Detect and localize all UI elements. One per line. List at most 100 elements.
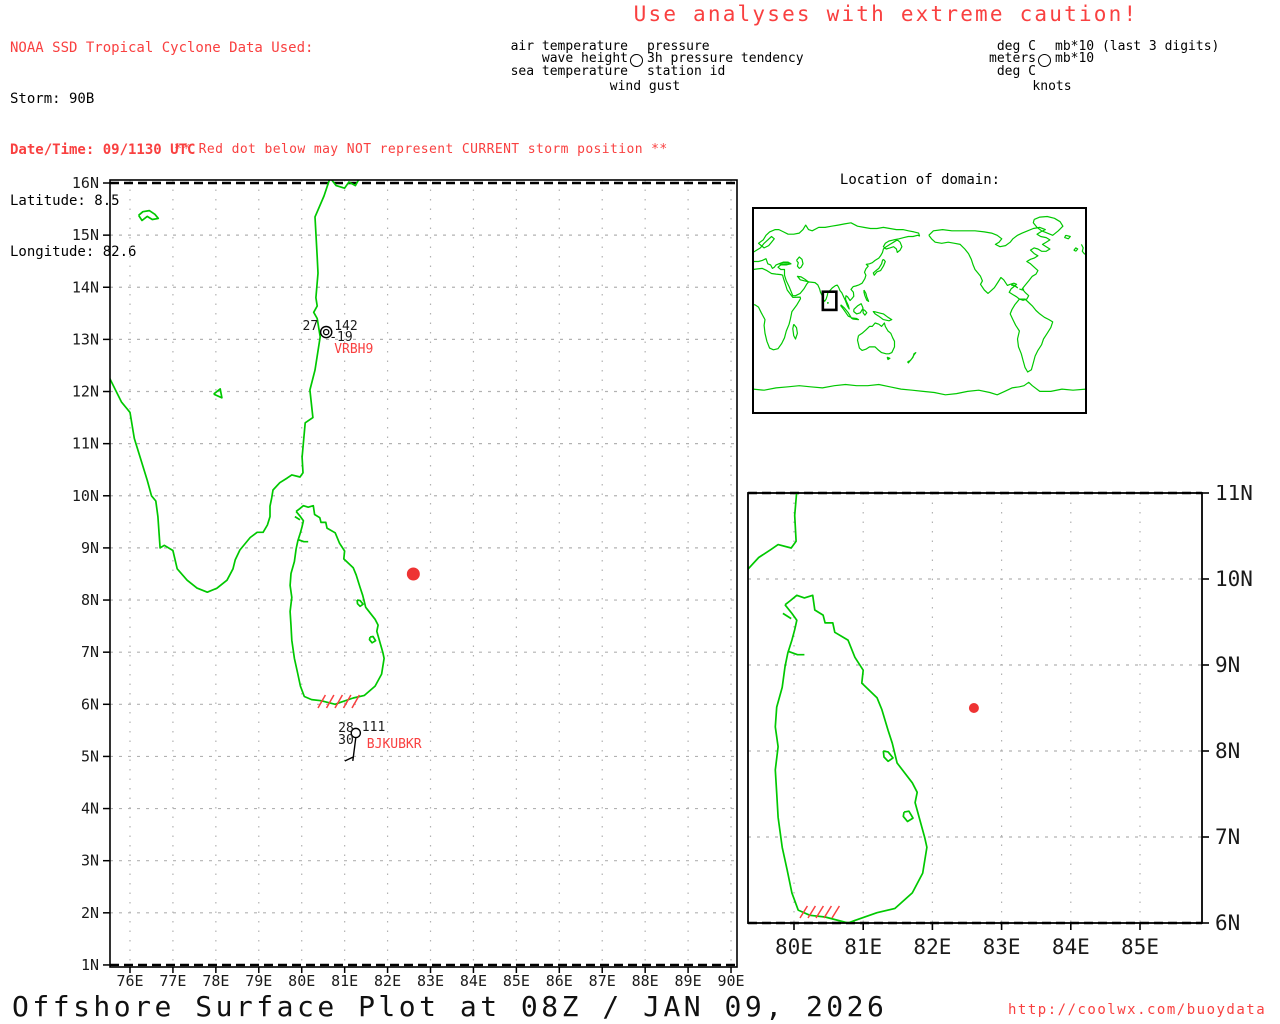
x-axis-label: 82E xyxy=(913,935,951,959)
x-axis-label: 82E xyxy=(374,972,401,990)
coastline xyxy=(796,256,804,269)
world-inset-map xyxy=(752,207,1087,414)
zoom-inset-map: 80E 81E 82E 83E 84E 85E 11N 10N 9N 8N 7N 6N xyxy=(747,485,1253,959)
y-axis-label: 1N xyxy=(81,956,99,974)
coastline xyxy=(294,515,301,521)
data-source-label: NOAA SSD Tropical Cyclone Data Used: xyxy=(10,40,314,56)
coastline xyxy=(886,356,891,361)
station-circle-icon xyxy=(1038,54,1051,67)
x-axis-label: 84E xyxy=(460,972,487,990)
coastline xyxy=(748,493,798,573)
y-axis-label: 14N xyxy=(72,278,99,296)
x-axis-label: 78E xyxy=(202,972,229,990)
x-axis-label: 80E xyxy=(288,972,315,990)
coastline xyxy=(827,302,829,304)
y-axis-label: 6N xyxy=(81,695,99,713)
y-axis-label: 11N xyxy=(1215,485,1253,505)
y-axis-label: 8N xyxy=(1215,739,1240,763)
y-axis-label: 5N xyxy=(81,747,99,765)
world-coastlines xyxy=(753,215,1086,396)
x-axis-label: 85E xyxy=(503,972,530,990)
main-map: 76E 77E 78E 79E 80E 81E 82E 83E 84E 85E 86E 87E 88E 8… xyxy=(72,174,745,990)
coastline xyxy=(856,322,896,355)
coastline xyxy=(368,635,377,644)
y-axis-label: 10N xyxy=(72,487,99,505)
x-axis-label: 81E xyxy=(331,972,358,990)
legend-tendency-unit: mb*10 xyxy=(1055,51,1095,67)
y-axis-label: 16N xyxy=(72,174,99,192)
coastline xyxy=(753,381,1086,396)
hatch-mark xyxy=(823,905,833,919)
coastline xyxy=(902,810,914,823)
world-inset-title: Location of domain: xyxy=(839,172,1001,188)
x-axis-label: 79E xyxy=(245,972,272,990)
x-axis-label: 84E xyxy=(1052,935,1090,959)
coastline xyxy=(853,303,864,315)
y-axis-label: 10N xyxy=(1215,567,1253,591)
station-plot: 27 142 -19 VRBH9 xyxy=(303,319,374,357)
zoom-map-coastlines xyxy=(748,493,928,923)
y-axis-label: 3N xyxy=(81,852,99,870)
y-axis-label: 13N xyxy=(72,330,99,348)
y-axis-label: 6N xyxy=(1215,911,1240,935)
y-axis-label: 7N xyxy=(81,643,99,661)
coastline xyxy=(753,267,802,351)
x-axis-label: 77E xyxy=(159,972,186,990)
coastline xyxy=(1032,215,1064,236)
coastline xyxy=(782,612,792,620)
coastline xyxy=(289,504,385,706)
y-axis-label: 8N xyxy=(81,591,99,609)
x-axis-label: 87E xyxy=(589,972,616,990)
calm-wind-icon xyxy=(322,328,330,336)
coastline xyxy=(1073,247,1079,252)
x-axis-label: 81E xyxy=(844,935,882,959)
coastline xyxy=(882,750,894,763)
coastline xyxy=(862,308,868,316)
coastline xyxy=(213,388,223,399)
storm-position-dot xyxy=(406,567,420,581)
station-air-temp: 27 xyxy=(303,319,319,334)
coastline xyxy=(850,317,860,321)
y-axis-label: 7N xyxy=(1215,825,1240,849)
x-axis-label: 80E xyxy=(775,935,813,959)
legend-sea-temp-unit: deg C xyxy=(996,63,1036,79)
coastline xyxy=(792,323,798,340)
y-axis-label: 9N xyxy=(1215,653,1240,677)
x-axis-label: 83E xyxy=(983,935,1021,959)
coastline xyxy=(1009,298,1054,373)
coastline xyxy=(872,258,886,276)
x-axis-label: 83E xyxy=(417,972,444,990)
coastline xyxy=(297,538,309,543)
legend-wind-gust-label: wind gust xyxy=(609,79,681,94)
coastline xyxy=(774,594,928,923)
x-axis-label: 86E xyxy=(546,972,573,990)
x-axis-label: 89E xyxy=(675,972,702,990)
coastline xyxy=(872,311,893,322)
x-axis-label: 85E xyxy=(1121,935,1159,959)
station-id: VRBH9 xyxy=(334,342,373,357)
wind-barb-icon xyxy=(344,756,354,762)
station-id: BJKUBKR xyxy=(367,737,422,752)
coastline xyxy=(356,599,364,608)
storm-id-line: Storm: 90B xyxy=(10,91,95,107)
station-sea-temp: 30 xyxy=(338,733,354,748)
x-axis-label: 76E xyxy=(116,972,143,990)
source-url[interactable]: http://coolwx.com/buoydata xyxy=(1008,1002,1266,1018)
coastline xyxy=(928,226,1051,301)
y-axis-label: 4N xyxy=(81,800,99,818)
station-legend-units: deg Cmb*10 (last 3 digits) meters mb*10 d… xyxy=(836,40,1219,79)
y-axis-label: 2N xyxy=(81,904,99,922)
coastline xyxy=(137,209,160,222)
station-legend-params: air temperature pressure wave height 3h pr… xyxy=(428,40,804,79)
plot-title: Offshore Surface Plot at 08Z / JAN 09, 2… xyxy=(12,990,888,1023)
y-axis-label: 9N xyxy=(81,539,99,557)
hatch-mark xyxy=(831,905,841,919)
x-axis-label: 88E xyxy=(632,972,659,990)
coastline xyxy=(907,352,917,364)
station-plot: 28 30 111 BJKUBKR xyxy=(338,720,422,762)
coastline xyxy=(863,289,870,302)
legend-sea-temp-label: sea temperature xyxy=(510,63,628,79)
weather-plot-page: NOAA SSD Tropical Cyclone Data Used: Sto… xyxy=(0,0,1280,1024)
main-map-coastlines xyxy=(110,180,385,706)
coastline xyxy=(1064,234,1071,240)
